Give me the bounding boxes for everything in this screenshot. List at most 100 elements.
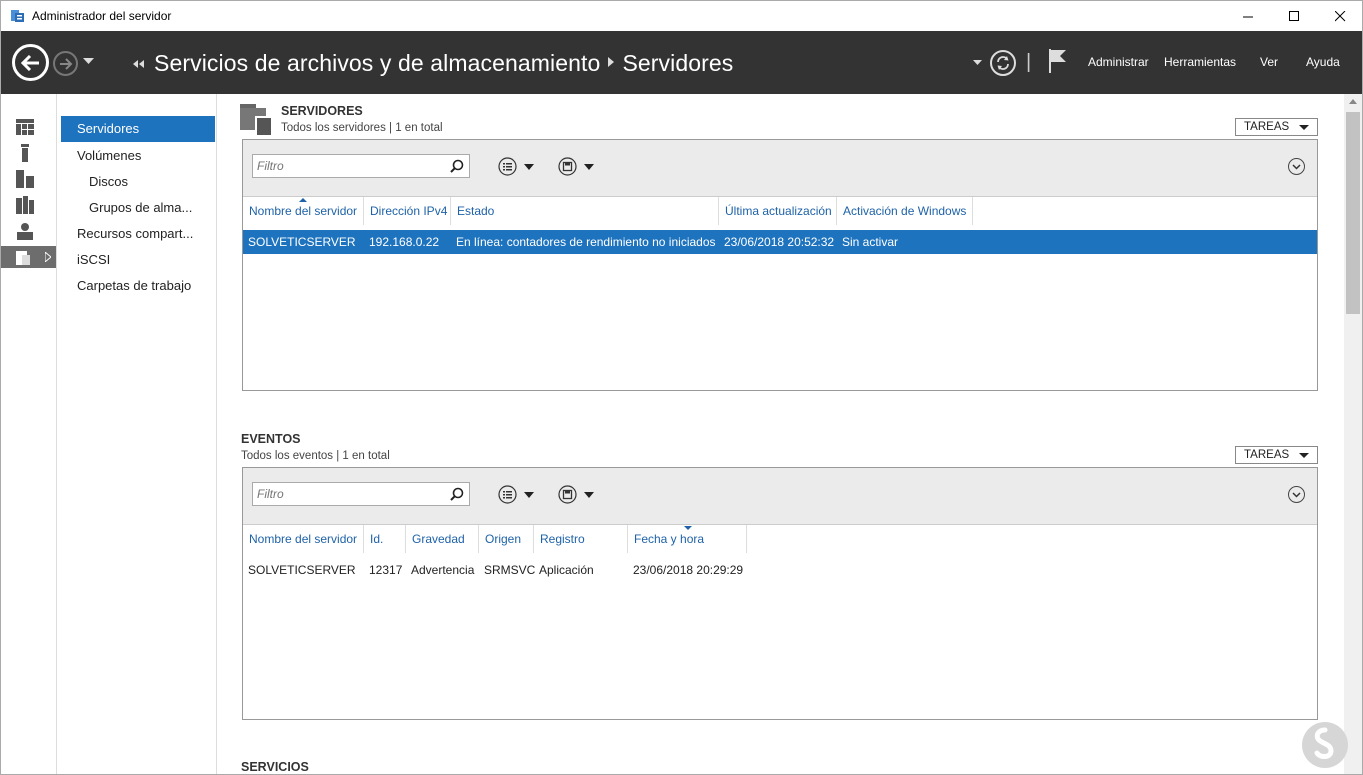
events-section-subtitle: Todos los eventos | 1 en total xyxy=(241,450,390,462)
servers-view-options-button[interactable] xyxy=(498,157,534,176)
header-divider: | xyxy=(1026,51,1032,73)
chevron-down-icon xyxy=(524,491,534,498)
forward-button[interactable] xyxy=(53,51,78,76)
col-activacion-windows[interactable]: Activación de Windows xyxy=(837,197,973,225)
servers-filter[interactable] xyxy=(252,154,470,178)
menu-herramientas[interactable]: Herramientas xyxy=(1164,55,1236,69)
history-dropdown-icon[interactable] xyxy=(83,58,94,65)
col-ultima-actualizacion[interactable]: Última actualización xyxy=(719,197,837,225)
save-icon xyxy=(558,485,577,504)
events-toolbar xyxy=(243,468,1317,525)
iis-icon[interactable] xyxy=(15,221,35,241)
server-manager-app-icon xyxy=(11,10,24,22)
servers-section-title: SERVIDORES xyxy=(281,104,363,118)
events-filter-input[interactable] xyxy=(253,483,443,505)
nav-item-discos[interactable]: Discos xyxy=(61,169,215,195)
minimize-icon xyxy=(1242,16,1253,18)
col-label: Nombre del servidor xyxy=(249,204,358,218)
events-view-options-button[interactable] xyxy=(498,485,534,504)
arrow-left-icon xyxy=(20,54,39,71)
col-nombre-servidor[interactable]: Nombre del servidor xyxy=(243,525,364,553)
breadcrumb: Servicios de archivos y de almacenamient… xyxy=(154,50,733,77)
notifications-flag-icon[interactable] xyxy=(1048,48,1068,74)
refresh-button[interactable] xyxy=(990,50,1016,76)
events-tasks-button[interactable]: TAREAS xyxy=(1235,446,1318,464)
window-titlebar: Administrador del servidor xyxy=(0,0,1363,31)
header-dropdown-icon[interactable] xyxy=(973,60,982,66)
servers-section-icon xyxy=(240,104,273,136)
col-estado[interactable]: Estado xyxy=(451,197,719,225)
chevron-down-icon xyxy=(1292,163,1301,170)
col-id[interactable]: Id. xyxy=(364,525,406,553)
minimize-button[interactable] xyxy=(1225,1,1271,32)
cell-id: 12317 xyxy=(369,563,403,577)
chevron-down-icon xyxy=(524,163,534,170)
menu-ver[interactable]: Ver xyxy=(1260,55,1278,69)
back-button[interactable] xyxy=(12,44,49,81)
window-title: Administrador del servidor xyxy=(32,9,172,23)
arrow-right-icon xyxy=(59,57,72,70)
search-icon[interactable] xyxy=(450,487,464,501)
menu-ayuda[interactable]: Ayuda xyxy=(1306,55,1340,69)
col-gravedad[interactable]: Gravedad xyxy=(406,525,479,553)
close-button[interactable] xyxy=(1317,1,1363,32)
servers-tasks-label: TAREAS xyxy=(1244,121,1290,133)
chevron-down-icon xyxy=(1299,453,1309,458)
watermark-logo-icon xyxy=(1302,722,1348,768)
nav-item-volumenes[interactable]: Volúmenes xyxy=(61,143,215,169)
expand-arrow-icon[interactable] xyxy=(45,252,51,262)
breadcrumb-separator-icon xyxy=(608,56,615,67)
cell-date-time: 23/06/2018 20:29:29 xyxy=(633,563,744,577)
events-tasks-label: TAREAS xyxy=(1244,449,1290,461)
col-direccion-ipv4[interactable]: Dirección IPv4 xyxy=(364,197,451,225)
file-services-icon[interactable] xyxy=(15,195,35,215)
cell-activation: Sin activar xyxy=(842,235,899,249)
close-icon xyxy=(1334,11,1345,22)
file-storage-icon[interactable] xyxy=(15,247,35,267)
search-icon[interactable] xyxy=(450,159,464,173)
nav-item-recursos-compartidos[interactable]: Recursos compart... xyxy=(61,221,215,247)
nav-item-iscsi[interactable]: iSCSI xyxy=(61,247,215,273)
maximize-button[interactable] xyxy=(1271,1,1317,32)
col-fecha-hora[interactable]: Fecha y hora xyxy=(628,525,747,553)
dashboard-icon[interactable] xyxy=(15,117,35,137)
nav-item-grupos-almacenamiento[interactable]: Grupos de alma... xyxy=(61,195,215,221)
col-nombre-servidor[interactable]: Nombre del servidor xyxy=(243,197,364,225)
refresh-icon xyxy=(997,56,1009,70)
menu-administrar[interactable]: Administrar xyxy=(1088,55,1149,69)
table-row[interactable]: SOLVETICSERVER 12317 Advertencia SRMSVC … xyxy=(243,558,1317,582)
cell-status: En línea: contadores de rendimiento no i… xyxy=(456,235,716,249)
all-servers-icon[interactable] xyxy=(15,169,35,189)
nav-item-carpetas-trabajo[interactable]: Carpetas de trabajo xyxy=(61,273,215,299)
save-icon xyxy=(558,157,577,176)
servers-tasks-button[interactable]: TAREAS xyxy=(1235,118,1318,136)
nav-item-servidores[interactable]: Servidores xyxy=(61,116,215,142)
chevron-down-icon xyxy=(1299,125,1309,130)
scroll-thumb[interactable] xyxy=(1346,112,1360,314)
chevron-down-icon xyxy=(584,491,594,498)
scroll-up-icon[interactable] xyxy=(1349,99,1357,104)
main-content: SERVIDORES Todos los servidores | 1 en t… xyxy=(218,94,1344,775)
cell-log: Aplicación xyxy=(539,563,594,577)
col-label: Fecha y hora xyxy=(634,532,705,546)
cell-last-update: 23/06/2018 20:52:32 xyxy=(724,235,835,249)
table-row[interactable]: SOLVETICSERVER 192.168.0.22 En línea: co… xyxy=(243,230,1317,254)
events-collapse-button[interactable] xyxy=(1288,486,1305,503)
col-registro[interactable]: Registro xyxy=(534,525,628,553)
events-section-title: EVENTOS xyxy=(241,432,301,446)
events-filter[interactable] xyxy=(252,482,470,506)
local-server-icon[interactable] xyxy=(15,143,35,163)
col-origen[interactable]: Origen xyxy=(479,525,534,553)
list-options-icon xyxy=(498,157,517,176)
cell-source: SRMSVC xyxy=(484,563,536,577)
cell-server-name: SOLVETICSERVER xyxy=(248,563,356,577)
events-save-query-button[interactable] xyxy=(558,485,594,504)
maximize-icon xyxy=(1288,11,1299,21)
cell-severity: Advertencia xyxy=(411,563,475,577)
vertical-scrollbar[interactable] xyxy=(1344,94,1362,775)
events-panel: Nombre del servidor Id. Gravedad Origen … xyxy=(242,467,1318,720)
breadcrumb-root[interactable]: Servicios de archivos y de almacenamient… xyxy=(154,50,600,76)
servers-save-query-button[interactable] xyxy=(558,157,594,176)
servers-filter-input[interactable] xyxy=(253,155,443,177)
servers-collapse-button[interactable] xyxy=(1288,158,1305,175)
